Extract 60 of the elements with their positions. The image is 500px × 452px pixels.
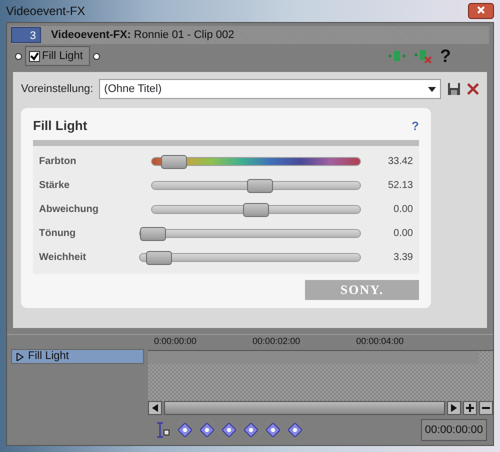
save-icon[interactable] <box>447 82 461 96</box>
slider-label: Weichheit <box>39 251 88 265</box>
slider-value: 3.39 <box>394 251 413 265</box>
slider-track[interactable] <box>139 229 361 238</box>
slider-label: Stärke <box>39 179 71 193</box>
expand-icon[interactable] <box>16 352 24 360</box>
lock-cursor-icon[interactable] <box>154 422 170 438</box>
ruler-label: 0:00:00:00 <box>154 335 197 348</box>
help-button[interactable]: ? <box>440 42 451 70</box>
plugin-title: Fill Light <box>33 117 88 135</box>
previous-keyframe-icon[interactable] <box>200 423 214 437</box>
checkbox[interactable] <box>29 50 40 62</box>
slider-thumb[interactable] <box>161 155 188 169</box>
zoom-out-button[interactable] <box>479 401 493 415</box>
left-arrow-icon <box>152 404 158 412</box>
slider-track[interactable] <box>151 181 361 190</box>
last-keyframe-icon[interactable] <box>244 423 258 437</box>
caret-icon <box>428 86 436 92</box>
minus-icon <box>482 406 490 409</box>
scrollbar-thumb[interactable] <box>164 401 445 415</box>
window-title: Videoevent-FX <box>6 3 86 20</box>
slider-thumb[interactable] <box>140 227 166 241</box>
close-button[interactable] <box>468 3 494 19</box>
slider-thumb[interactable] <box>146 251 172 265</box>
scroll-left-button[interactable] <box>148 401 162 415</box>
help-link[interactable]: ? <box>412 116 419 135</box>
scroll-right-button[interactable] <box>447 401 461 415</box>
ruler-label: 00:00:04:00 <box>356 335 404 348</box>
sony-logo: SONY. <box>305 280 419 300</box>
next-keyframe-icon[interactable] <box>222 423 236 437</box>
slider-label: Farbton <box>39 155 78 169</box>
preset-dropdown[interactable]: (Ohne Titel) <box>99 79 441 99</box>
track-number-badge: 3 <box>11 27 41 43</box>
delete-keyframe-icon[interactable] <box>288 423 302 437</box>
close-icon <box>477 6 485 14</box>
plugin-chip[interactable]: Fill Light <box>25 46 90 66</box>
slider-value: 33.42 <box>388 155 413 169</box>
add-keyframe-icon[interactable] <box>266 423 280 437</box>
event-title: Videoevent-FX: Ronnie 01 - Clip 002 <box>51 28 234 43</box>
delete-icon[interactable] <box>467 83 479 95</box>
slider-track[interactable] <box>151 205 361 214</box>
zoom-in-button[interactable] <box>463 401 477 415</box>
slider-thumb[interactable] <box>246 179 273 193</box>
chain-node <box>15 52 22 60</box>
plus-icon <box>466 404 474 412</box>
slider-track[interactable] <box>139 253 361 262</box>
first-keyframe-icon[interactable] <box>178 423 192 437</box>
slider-label: Tönung <box>39 227 77 241</box>
track-header[interactable]: Fill Light <box>11 349 144 364</box>
ruler-label: 00:00:02:00 <box>252 335 300 348</box>
slider-value: 52.13 <box>388 179 413 193</box>
slider-label: Abweichung <box>39 203 100 217</box>
slider-value: 0.00 <box>394 203 413 217</box>
timecode-display: 00:00:00:00 <box>420 418 487 442</box>
preset-label: Voreinstellung: <box>21 82 94 97</box>
slider-thumb[interactable] <box>243 203 269 217</box>
right-arrow-icon <box>451 404 457 412</box>
slider-track[interactable] <box>151 157 361 166</box>
chain-node <box>92 52 100 60</box>
slider-value: 0.00 <box>394 227 413 241</box>
